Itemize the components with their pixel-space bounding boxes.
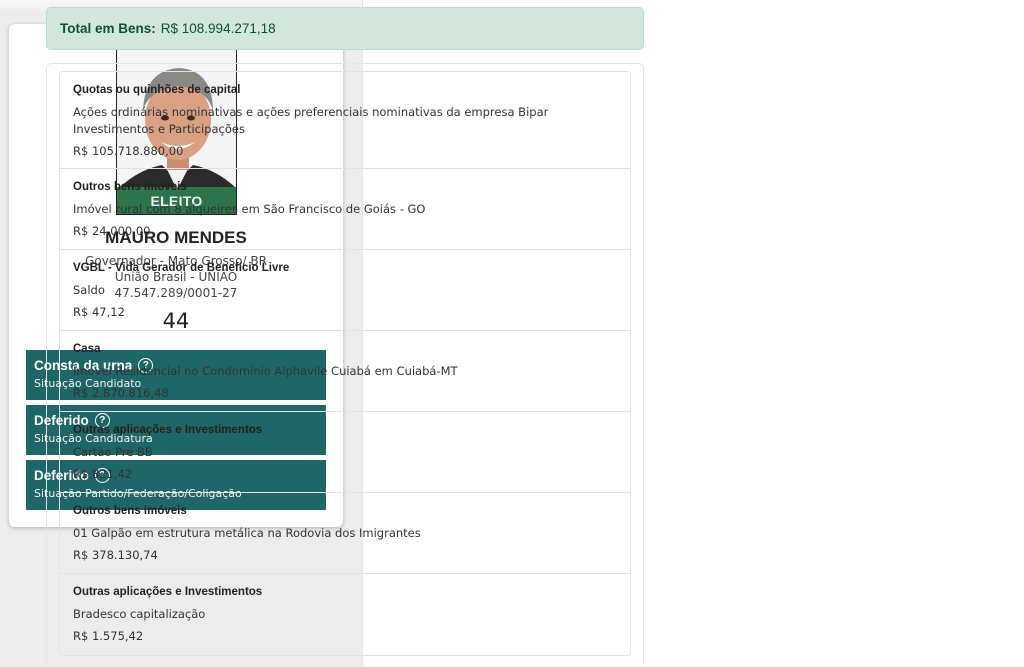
total-label: Total em Bens: <box>60 21 156 36</box>
asset-description: Bradesco capitalização <box>73 607 206 621</box>
asset-description: Saldo <box>73 283 105 297</box>
asset-item: Outros bens imóveis Imóvel rural com 8 a… <box>59 169 631 250</box>
asset-type: Casa <box>73 343 101 355</box>
asset-description: 01 Galpão em estrutura metálica na Rodov… <box>73 526 421 540</box>
asset-value: R$ 105.718.880,00 <box>73 144 184 158</box>
asset-description: Ações ordinárias nominativas e ações pre… <box>73 105 549 136</box>
asset-type: Outras aplicações e Investimentos <box>73 586 263 598</box>
asset-description: Imóvel Residencial no Condomínio Alphavi… <box>73 364 458 378</box>
total-value: R$ 108.994.271,18 <box>160 21 276 36</box>
asset-item: VGBL - Vida Gerador de Benefício Livre S… <box>59 250 631 331</box>
asset-type: Outras aplicações e Investimentos <box>73 424 263 436</box>
asset-value: R$ 2.870.816,48 <box>73 386 169 400</box>
asset-value: R$ 24.000,00 <box>73 224 151 238</box>
asset-item: Outros bens imóveis 01 Galpão em estrutu… <box>59 493 631 574</box>
asset-value: R$ 47,12 <box>73 305 125 319</box>
asset-value: R$ 378.130,74 <box>73 548 158 562</box>
asset-type: Outros bens imóveis <box>73 505 187 517</box>
asset-type: Outros bens imóveis <box>73 181 187 193</box>
asset-item: Outras aplicações e Investimentos Cartão… <box>59 412 631 493</box>
asset-value: R$ 821,42 <box>73 467 133 481</box>
asset-description: Cartão Pre BB <box>73 445 153 459</box>
asset-list: Quotas ou quinhões de capital Ações ordi… <box>59 71 631 656</box>
asset-item: Quotas ou quinhões de capital Ações ordi… <box>59 71 631 169</box>
asset-type: Quotas ou quinhões de capital <box>73 84 241 96</box>
asset-item: Casa Imóvel Residencial no Condomínio Al… <box>59 331 631 412</box>
asset-value: R$ 1.575,42 <box>73 629 144 643</box>
asset-item: Outras aplicações e Investimentos Brades… <box>59 574 631 656</box>
total-assets-banner: Total em Bens: R$ 108.994.271,18 <box>46 7 644 50</box>
asset-type: VGBL - Vida Gerador de Benefício Livre <box>73 262 290 274</box>
asset-description: Imóvel rural com 8 alqueires em São Fran… <box>73 202 426 216</box>
